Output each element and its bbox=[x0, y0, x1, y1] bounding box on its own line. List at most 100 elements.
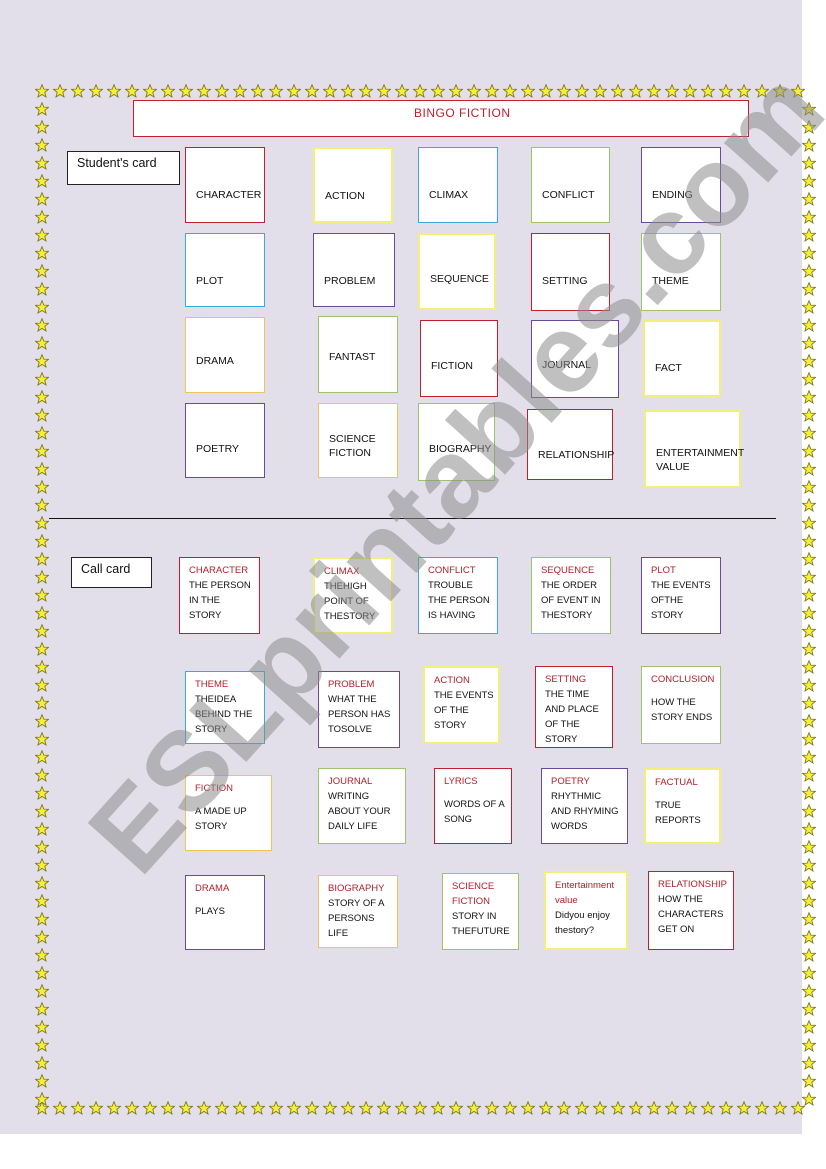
call-card[interactable]: CONFLICT TROUBLE THE PERSON IS HAVING bbox=[418, 557, 498, 634]
star-icon bbox=[35, 1074, 49, 1088]
call-card[interactable]: DRAMA PLAYS bbox=[185, 875, 265, 950]
star-icon bbox=[802, 120, 816, 134]
student-card[interactable]: JOURNAL bbox=[531, 320, 619, 398]
star-icon bbox=[395, 84, 409, 98]
star-icon bbox=[575, 84, 589, 98]
student-card[interactable]: CLIMAX bbox=[418, 147, 498, 223]
star-icon bbox=[35, 138, 49, 152]
student-card[interactable]: DRAMA bbox=[185, 317, 265, 393]
card-word: PROBLEM bbox=[324, 275, 376, 287]
student-card[interactable]: FACT bbox=[643, 320, 721, 397]
call-card-definition: THE PERSON IN THE STORY bbox=[189, 580, 251, 621]
student-card[interactable]: ACTION bbox=[313, 147, 393, 223]
star-icon bbox=[35, 1056, 49, 1070]
call-card-term: CONFLICT bbox=[428, 565, 476, 576]
call-card-term: RELATIONSHIP bbox=[658, 879, 727, 890]
star-icon bbox=[802, 534, 816, 548]
call-card[interactable]: FICTION A MADE UP STORY bbox=[185, 775, 272, 851]
call-card[interactable]: CONCLUSION HOW THE STORY ENDS bbox=[641, 666, 721, 744]
student-card[interactable]: PLOT bbox=[185, 233, 265, 307]
star-icon bbox=[107, 1101, 121, 1115]
star-icon bbox=[431, 1101, 445, 1115]
star-icon bbox=[35, 894, 49, 908]
star-icon bbox=[503, 84, 517, 98]
student-card[interactable]: THEME bbox=[641, 233, 721, 311]
star-icon bbox=[35, 264, 49, 278]
call-card[interactable]: FACTUAL TRUE REPORTS bbox=[644, 768, 721, 844]
student-card[interactable]: FANTAST bbox=[318, 316, 398, 393]
student-card[interactable]: ENDING bbox=[641, 147, 721, 223]
call-card[interactable]: LYRICS WORDS OF A SONG bbox=[434, 768, 512, 844]
call-card[interactable]: CHARACTER THE PERSON IN THE STORY bbox=[179, 557, 260, 634]
star-icon bbox=[35, 966, 49, 980]
card-word: FACT bbox=[655, 362, 682, 374]
star-icon bbox=[35, 534, 49, 548]
card-word: RELATIONSHIP bbox=[538, 449, 615, 461]
star-icon bbox=[35, 678, 49, 692]
star-icon bbox=[802, 570, 816, 584]
star-icon bbox=[431, 84, 445, 98]
student-card[interactable]: SCIENCE FICTION bbox=[318, 403, 398, 478]
worksheet-page: BINGO FICTION Student's card CHARACTER AC… bbox=[0, 0, 816, 1134]
student-card[interactable]: FICTION bbox=[420, 320, 498, 397]
star-icon bbox=[802, 174, 816, 188]
star-icon bbox=[35, 984, 49, 998]
call-card[interactable]: BIOGRAPHY STORY OF A PERSONS LIFE bbox=[318, 875, 398, 948]
student-card[interactable]: ENTERTAINMENT VALUE bbox=[644, 410, 745, 488]
star-icon bbox=[802, 156, 816, 170]
star-icon bbox=[647, 84, 661, 98]
student-card[interactable]: RELATIONSHIP bbox=[527, 409, 615, 480]
call-card[interactable]: Entertainment value Didyou enjoy thestory… bbox=[544, 871, 628, 950]
star-icon bbox=[485, 1101, 499, 1115]
student-card[interactable]: POETRY bbox=[185, 403, 265, 478]
call-card-definition: PLAYS bbox=[195, 906, 225, 917]
star-icon bbox=[802, 822, 816, 836]
call-card-term: SEQUENCE bbox=[541, 565, 595, 576]
star-icon bbox=[107, 84, 121, 98]
star-icon bbox=[719, 1101, 733, 1115]
star-icon bbox=[125, 84, 139, 98]
student-card[interactable]: CONFLICT bbox=[531, 147, 610, 223]
star-icon bbox=[143, 84, 157, 98]
student-card[interactable]: BIOGRAPHY bbox=[418, 403, 495, 481]
star-icon bbox=[802, 588, 816, 602]
call-card-term: CLIMAX bbox=[324, 566, 360, 577]
call-card[interactable]: ACTION THE EVENTS OF THE STORY bbox=[423, 666, 500, 744]
star-icon bbox=[467, 84, 481, 98]
call-card[interactable]: SCIENCE FICTION STORY IN THEFUTURE bbox=[442, 873, 519, 950]
call-card[interactable]: RELATIONSHIP HOW THE CHARACTERS GET ON bbox=[648, 871, 734, 950]
call-card-term: SCIENCE FICTION bbox=[452, 881, 495, 907]
star-icon bbox=[802, 984, 816, 998]
star-icon bbox=[35, 174, 49, 188]
call-card[interactable]: PROBLEM WHAT THE PERSON HAS TOSOLVE bbox=[318, 671, 400, 748]
call-card[interactable]: JOURNAL WRITING ABOUT YOUR DAILY LIFE bbox=[318, 768, 406, 844]
star-icon bbox=[71, 1101, 85, 1115]
call-card[interactable]: PLOT THE EVENTS OFTHE STORY bbox=[641, 557, 721, 634]
call-card[interactable]: CLIMAX THEHIGH POINT OF THESTORY bbox=[313, 557, 393, 634]
call-card-definition: WHAT THE PERSON HAS TOSOLVE bbox=[328, 694, 391, 735]
star-icon bbox=[802, 336, 816, 350]
star-icon bbox=[802, 390, 816, 404]
call-card[interactable]: POETRY RHYTHMIC AND RHYMING WORDS bbox=[541, 768, 628, 844]
student-card[interactable]: SEQUENCE bbox=[418, 233, 496, 310]
star-icon bbox=[35, 372, 49, 386]
call-card[interactable]: THEME THEIDEA BEHIND THE STORY bbox=[185, 671, 265, 744]
call-card-definition: RHYTHMIC AND RHYMING WORDS bbox=[551, 791, 619, 832]
star-icon bbox=[467, 1101, 481, 1115]
star-icon bbox=[802, 894, 816, 908]
student-card[interactable]: PROBLEM bbox=[313, 233, 395, 307]
star-icon bbox=[802, 228, 816, 242]
call-card[interactable]: SETTING THE TIME AND PLACE OF THE STORY bbox=[535, 666, 613, 748]
student-card[interactable]: SETTING bbox=[531, 233, 610, 311]
star-icon bbox=[802, 192, 816, 206]
star-icon bbox=[802, 552, 816, 566]
star-icon bbox=[35, 498, 49, 512]
star-icon bbox=[35, 732, 49, 746]
call-card[interactable]: SEQUENCE THE ORDER OF EVENT IN THESTORY bbox=[531, 557, 611, 634]
star-icon bbox=[35, 120, 49, 134]
star-icon bbox=[395, 1101, 409, 1115]
student-card[interactable]: CHARACTER bbox=[185, 147, 265, 223]
card-word: ENTERTAINMENT VALUE bbox=[656, 447, 745, 473]
star-icon bbox=[802, 426, 816, 440]
star-icon bbox=[521, 84, 535, 98]
